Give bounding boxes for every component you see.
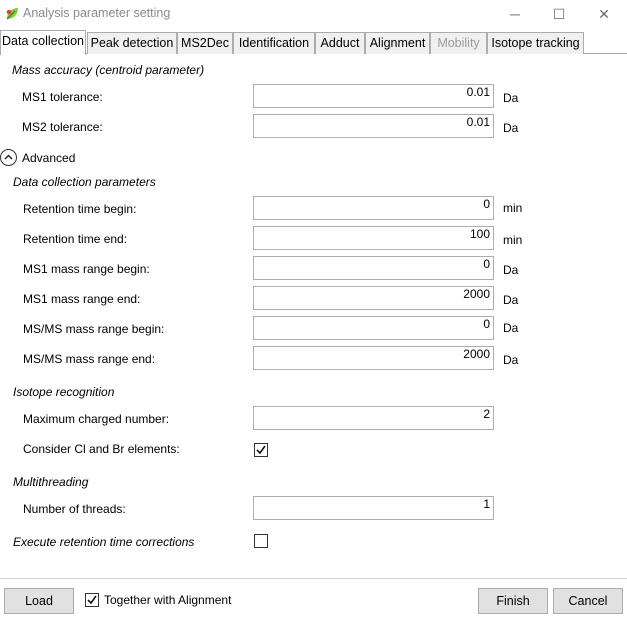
- rt-correction-label: Execute retention time corrections: [13, 535, 195, 549]
- cl-br-label: Consider Cl and Br elements:: [23, 442, 180, 456]
- ms1-tolerance-label: MS1 tolerance:: [22, 90, 103, 104]
- minimize-button[interactable]: ─: [492, 0, 538, 30]
- threads-input[interactable]: [253, 496, 494, 520]
- ms1-range-end-input[interactable]: [253, 286, 494, 310]
- finish-button[interactable]: Finish: [478, 588, 548, 614]
- tab-mobility: Mobility: [430, 32, 487, 54]
- msms-range-end-input[interactable]: [253, 346, 494, 370]
- footer-separator: [0, 578, 627, 579]
- app-leaf-icon: [4, 6, 20, 22]
- multithreading-heading: Multithreading: [13, 475, 89, 489]
- ms2-tolerance-label: MS2 tolerance:: [22, 120, 103, 134]
- window-title: Analysis parameter setting: [23, 6, 171, 20]
- ms1-range-end-unit: Da: [503, 293, 519, 307]
- ms1-range-begin-label: MS1 mass range begin:: [23, 262, 150, 276]
- rt-begin-label: Retention time begin:: [23, 202, 137, 216]
- isotope-heading: Isotope recognition: [13, 385, 115, 399]
- msms-range-begin-unit: Da: [503, 321, 519, 335]
- tab-strip: Data collection Peak detection MS2Dec Id…: [0, 30, 627, 55]
- ms1-range-begin-unit: Da: [503, 263, 519, 277]
- advanced-toggle[interactable]: [0, 149, 17, 166]
- ms2-tolerance-unit: Da: [503, 121, 519, 135]
- data-collection-heading: Data collection parameters: [13, 175, 156, 189]
- tab-adduct[interactable]: Adduct: [315, 32, 365, 54]
- tab-peak-detection[interactable]: Peak detection: [87, 32, 177, 54]
- rt-begin-unit: min: [503, 201, 523, 215]
- msms-range-end-label: MS/MS mass range end:: [23, 352, 156, 366]
- maximize-button[interactable]: ☐: [536, 0, 582, 30]
- ms1-tolerance-input[interactable]: [253, 84, 494, 108]
- ms1-range-begin-input[interactable]: [253, 256, 494, 280]
- close-button[interactable]: ✕: [581, 0, 627, 30]
- tab-identification[interactable]: Identification: [233, 32, 315, 54]
- tab-alignment[interactable]: Alignment: [365, 32, 430, 54]
- ms1-tolerance-unit: Da: [503, 91, 519, 105]
- msms-range-begin-input[interactable]: [253, 316, 494, 340]
- rt-begin-input[interactable]: [253, 196, 494, 220]
- msms-range-begin-label: MS/MS mass range begin:: [23, 322, 165, 336]
- ms1-range-end-label: MS1 mass range end:: [23, 292, 141, 306]
- threads-label: Number of threads:: [23, 502, 126, 516]
- rt-end-label: Retention time end:: [23, 232, 128, 246]
- rt-end-input[interactable]: [253, 226, 494, 250]
- together-alignment-checkbox[interactable]: [85, 593, 99, 607]
- together-alignment-label[interactable]: Together with Alignment: [104, 593, 231, 607]
- checkmark-icon: [87, 595, 97, 605]
- load-button[interactable]: Load: [4, 588, 74, 614]
- rt-end-unit: min: [503, 233, 523, 247]
- tab-isotope-tracking[interactable]: Isotope tracking: [487, 32, 584, 54]
- cancel-button[interactable]: Cancel: [553, 588, 623, 614]
- cl-br-checkbox[interactable]: [254, 443, 268, 457]
- max-charge-label: Maximum charged number:: [23, 412, 170, 426]
- advanced-label[interactable]: Advanced: [22, 151, 75, 165]
- rt-correction-checkbox[interactable]: [254, 534, 268, 548]
- ms2-tolerance-input[interactable]: [253, 114, 494, 138]
- tab-ms2dec[interactable]: MS2Dec: [177, 32, 233, 54]
- mass-accuracy-heading: Mass accuracy (centroid parameter): [12, 63, 205, 77]
- msms-range-end-unit: Da: [503, 353, 519, 367]
- max-charge-input[interactable]: [253, 406, 494, 430]
- tab-data-collection[interactable]: Data collection: [0, 30, 86, 55]
- chevron-up-icon: [4, 154, 13, 160]
- title-bar: Analysis parameter setting ─ ☐ ✕: [0, 0, 627, 30]
- checkmark-icon: [256, 445, 266, 455]
